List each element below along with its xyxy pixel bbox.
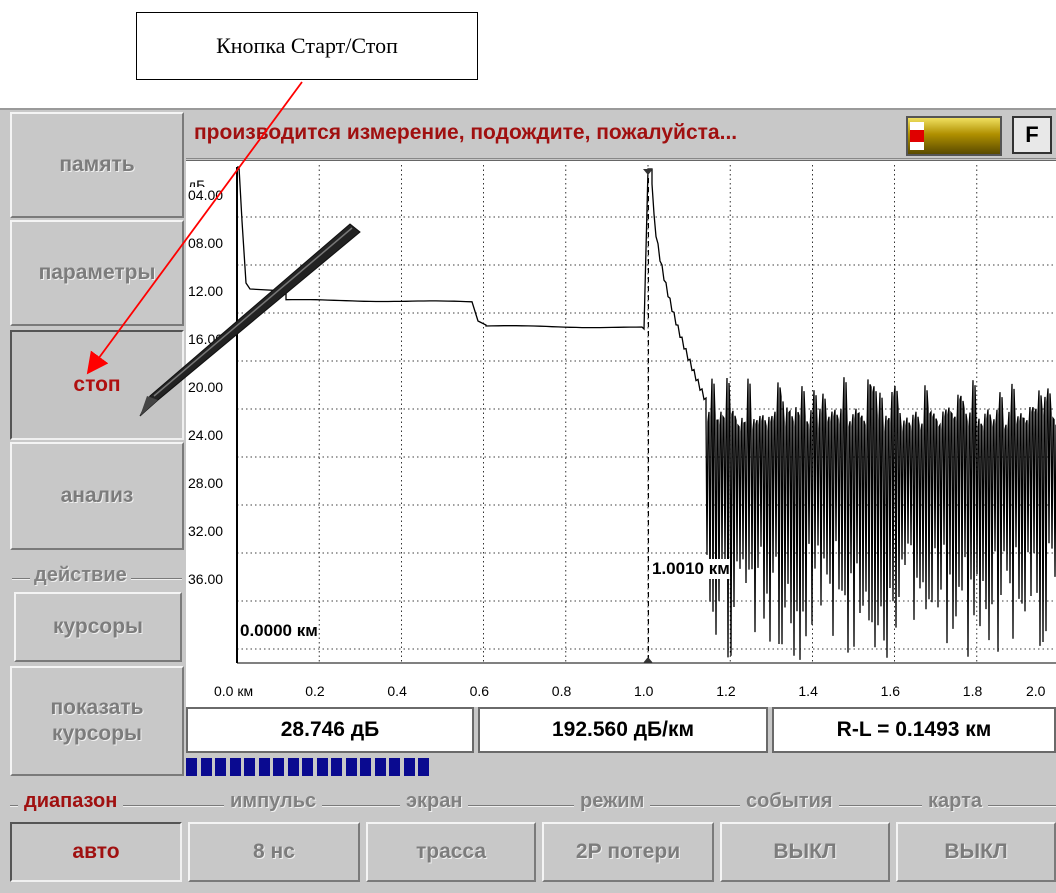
annotation-arrow [86, 81, 303, 375]
stylus-icon [139, 223, 361, 417]
annotation-overlay [86, 81, 361, 417]
